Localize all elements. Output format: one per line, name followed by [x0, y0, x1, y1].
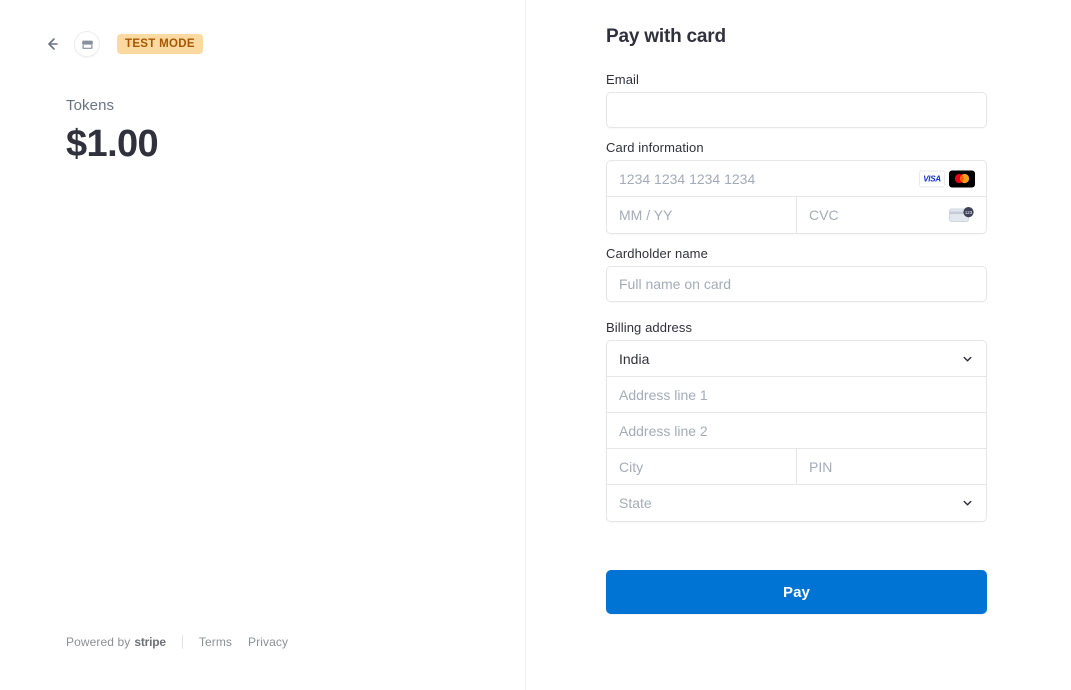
powered-by-stripe[interactable]: Powered by stripe — [66, 635, 166, 649]
city-cell[interactable] — [607, 449, 796, 484]
address-line-2-cell[interactable] — [607, 413, 986, 448]
page-title: Pay with card — [606, 26, 726, 47]
billing-address-group: Billing address India Address line 1 Add… — [606, 320, 987, 522]
checkout-page: TEST MODE Tokens $1.00 Powered by stripe… — [0, 0, 1071, 690]
billing-address-label: Billing address — [606, 320, 693, 335]
powered-by-text: Powered by — [66, 635, 131, 649]
postal-code-input[interactable] — [809, 449, 974, 484]
card-number-cell[interactable]: VISA — [607, 161, 986, 196]
card-expiry-input[interactable] — [619, 197, 784, 233]
email-input-wrapper[interactable] — [606, 92, 987, 128]
card-brand-icons: VISA — [919, 170, 975, 187]
country-row: India — [607, 341, 986, 377]
test-mode-badge: TEST MODE — [117, 34, 203, 54]
address-line-2-row — [607, 413, 986, 449]
mastercard-icon — [949, 170, 975, 187]
country-select-value: India — [619, 351, 650, 367]
card-information-label: Card information — [606, 140, 704, 155]
privacy-link[interactable]: Privacy — [248, 635, 288, 649]
email-field-group: Email — [606, 72, 987, 128]
country-select[interactable]: India — [607, 341, 986, 377]
visa-label: VISA — [923, 174, 941, 183]
footer: Powered by stripe Terms Privacy — [66, 634, 288, 650]
email-input[interactable] — [619, 93, 974, 127]
address-line-1-cell[interactable] — [607, 377, 986, 412]
arrow-left-icon — [48, 38, 58, 50]
chevron-down-icon — [963, 500, 972, 506]
footer-divider — [181, 635, 183, 649]
chevron-down-icon — [963, 356, 972, 362]
state-row: State — [607, 485, 986, 521]
payment-form: Pay with card Email Card information 123… — [606, 26, 987, 614]
card-expiry-cvc-row: 123 — [607, 197, 986, 233]
address-line-2-input[interactable] — [619, 413, 974, 448]
card-expiry-cell[interactable] — [607, 197, 796, 233]
terms-link[interactable]: Terms — [199, 635, 232, 649]
back-button[interactable] — [42, 34, 62, 54]
order-summary-panel: TEST MODE Tokens $1.00 Powered by stripe… — [0, 0, 526, 690]
cvc-card-icon: 123 — [949, 207, 974, 222]
product-summary: Tokens $1.00 — [40, 97, 485, 167]
card-fields-container: VISA — [606, 160, 987, 234]
merchant-header: TEST MODE — [42, 31, 485, 57]
footer-links: Terms Privacy — [199, 635, 288, 649]
cardholder-name-input[interactable] — [619, 267, 974, 301]
product-amount: $1.00 — [66, 123, 159, 165]
card-information-group: Card information VISA — [606, 140, 987, 234]
city-input[interactable] — [619, 449, 784, 484]
product-name: Tokens — [66, 97, 115, 114]
svg-text:123: 123 — [965, 210, 973, 215]
email-label: Email — [606, 72, 640, 87]
postal-code-cell[interactable] — [796, 449, 986, 484]
payment-form-panel: Pay with card Email Card information 123… — [526, 0, 1071, 690]
store-icon — [81, 40, 93, 49]
pay-button[interactable]: Pay — [606, 570, 987, 614]
stripe-wordmark: stripe — [134, 635, 166, 649]
billing-fields-container: India Address line 1 Address line 2 City… — [606, 340, 987, 522]
state-select[interactable]: State — [607, 485, 986, 521]
city-postal-row — [607, 449, 986, 485]
address-line-1-row — [607, 377, 986, 413]
cardholder-name-wrapper[interactable] — [606, 266, 987, 302]
state-select-value: State — [619, 495, 652, 511]
card-cvc-cell[interactable]: 123 — [796, 197, 986, 233]
cardholder-name-label: Cardholder name — [606, 246, 708, 261]
merchant-logo-button[interactable] — [74, 31, 100, 57]
address-line-1-input[interactable] — [619, 377, 974, 412]
order-summary-content: TEST MODE Tokens $1.00 — [0, 0, 525, 167]
mastercard-circles-icon — [954, 173, 970, 184]
card-number-row: VISA — [607, 161, 986, 197]
cardholder-name-group: Cardholder name — [606, 246, 987, 302]
visa-icon: VISA — [919, 170, 945, 187]
